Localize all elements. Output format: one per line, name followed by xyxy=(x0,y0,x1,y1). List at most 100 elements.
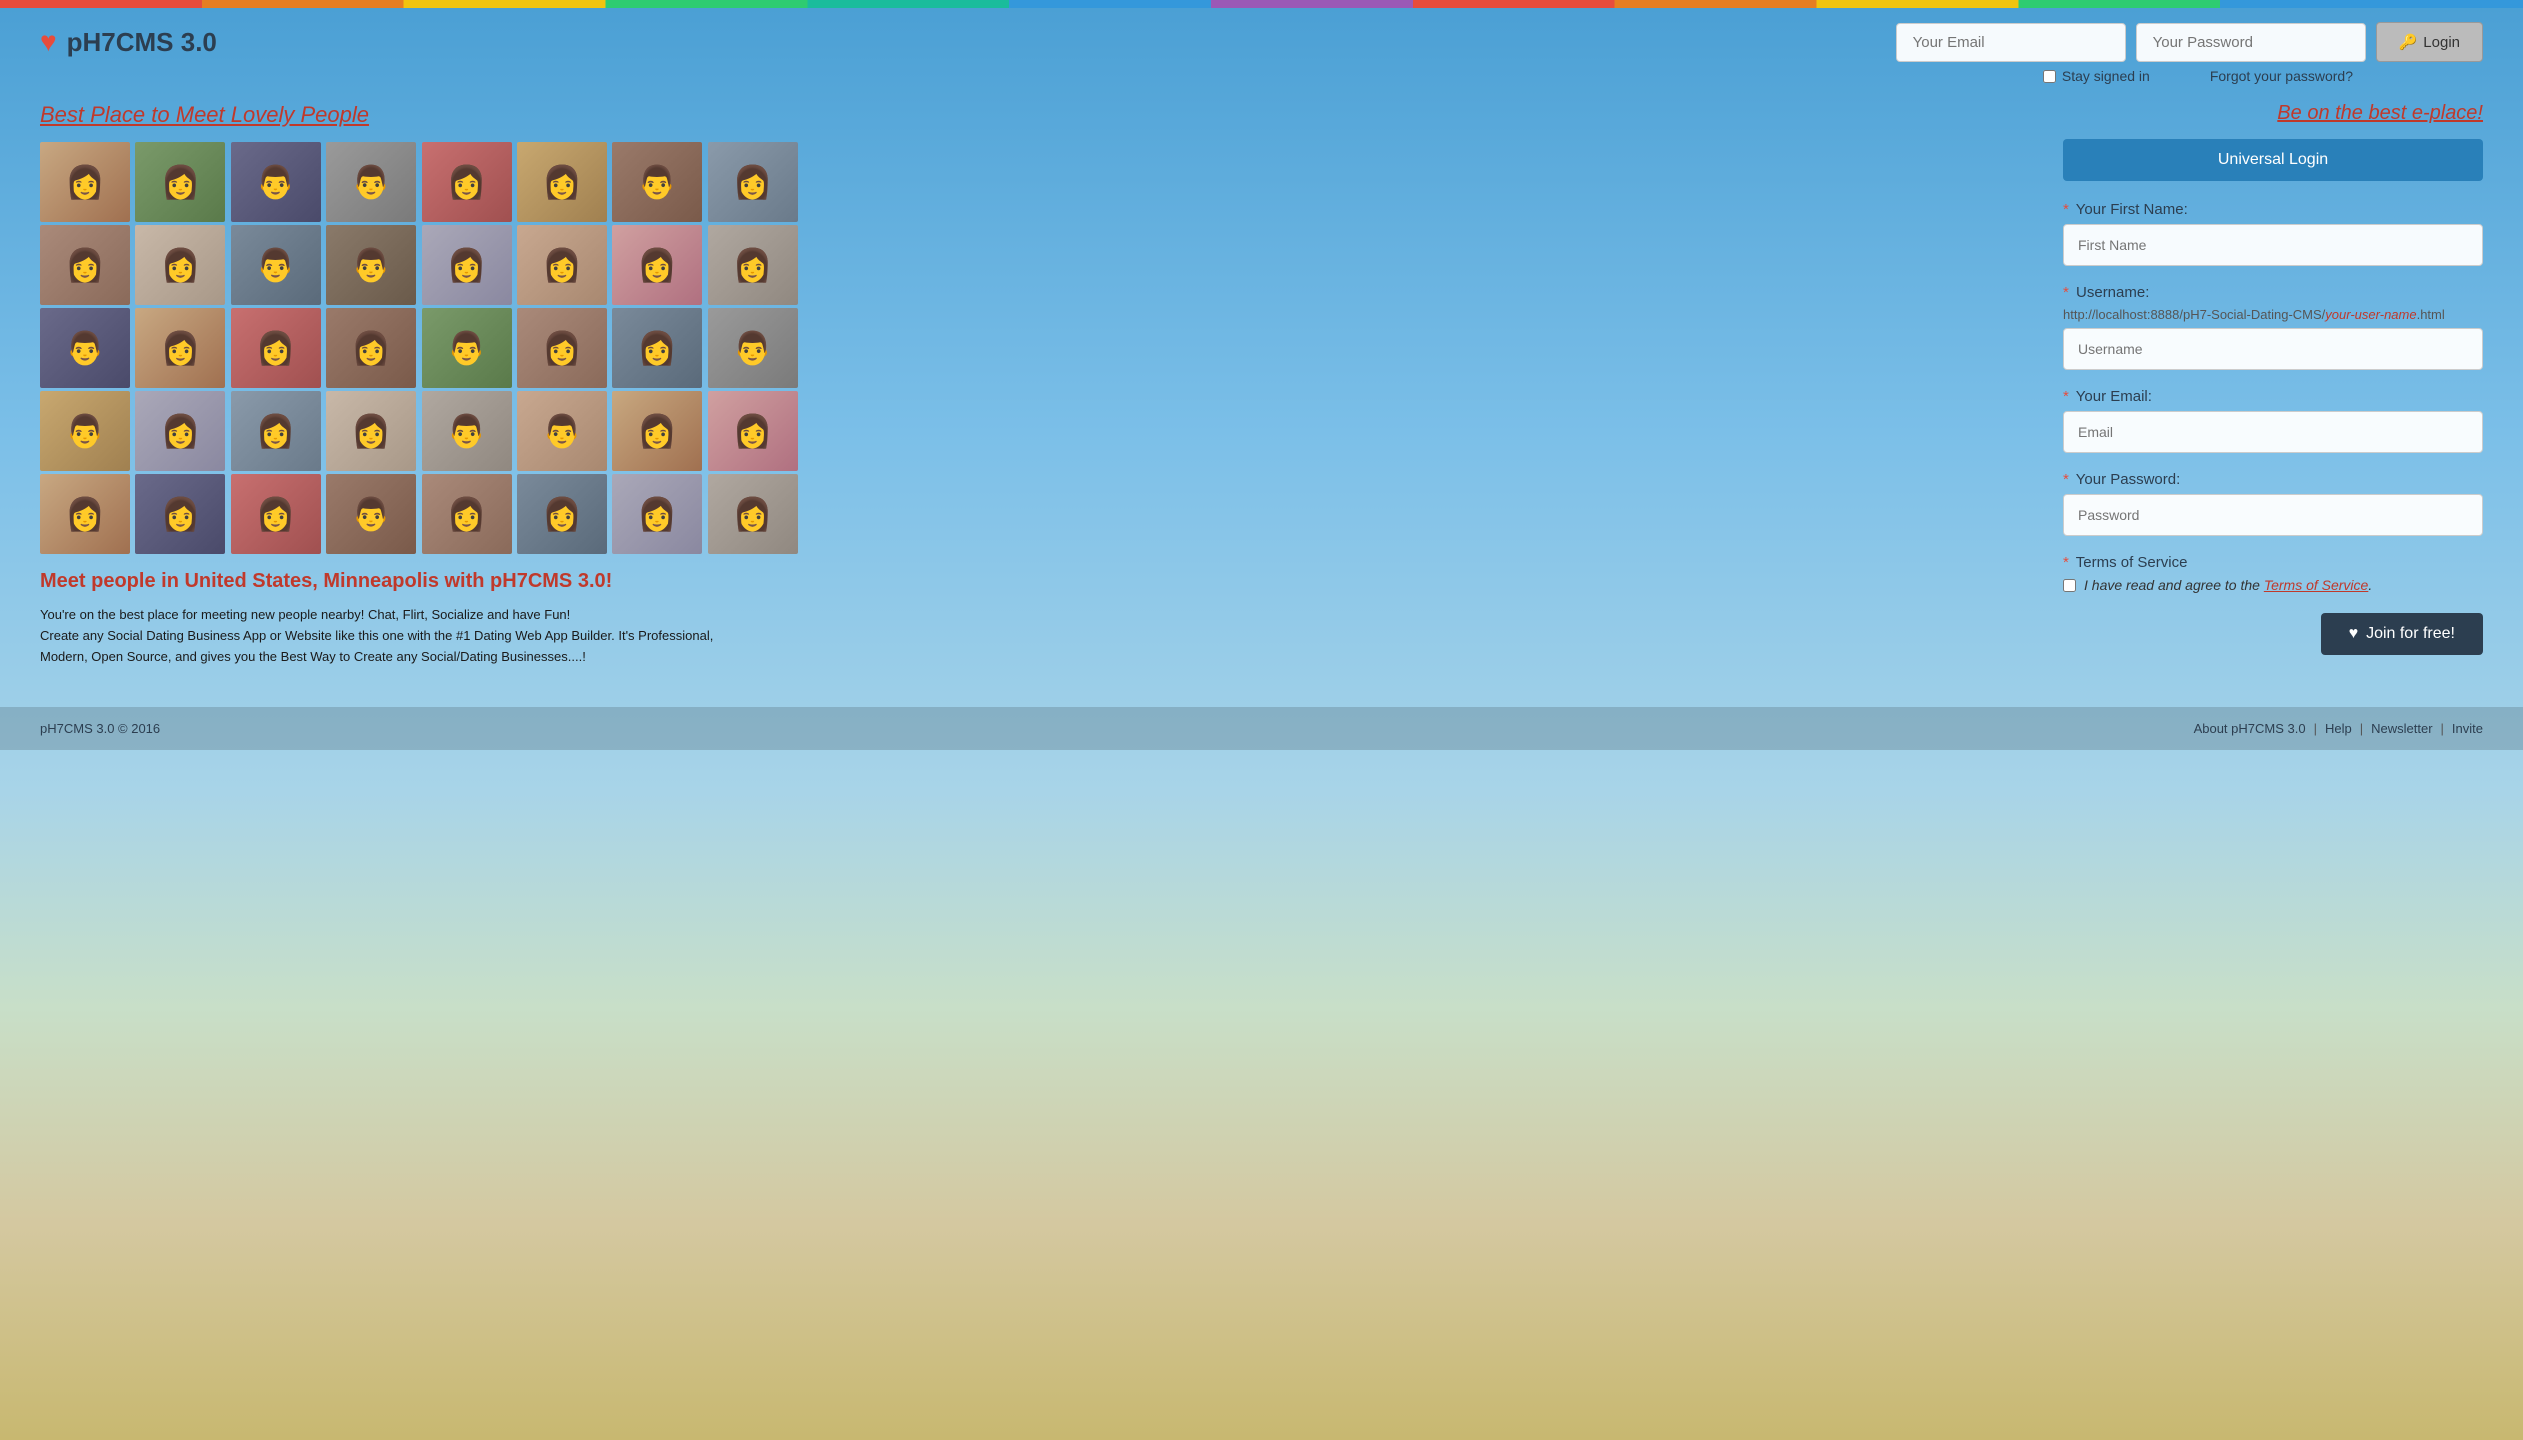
login-button[interactable]: 🔑 Login xyxy=(2376,22,2483,62)
required-star: * xyxy=(2063,201,2069,218)
person-photo: 👩 xyxy=(231,308,321,388)
required-star: * xyxy=(2063,554,2069,571)
person-photo: 👨 xyxy=(326,474,416,554)
photo-cell: 👨 xyxy=(422,308,512,388)
photo-cell: 👩 xyxy=(422,142,512,222)
person-photo: 👩 xyxy=(422,474,512,554)
tos-checkbox-row: I have read and agree to the Terms of Se… xyxy=(2063,577,2483,593)
photo-cell: 👩 xyxy=(326,391,416,471)
photo-cell: 👩 xyxy=(612,474,702,554)
meet-text: Meet people in United States, Minneapoli… xyxy=(40,570,2023,593)
header-inputs-row: 🔑 Login xyxy=(1896,22,2483,62)
username-hint: http://localhost:8888/pH7-Social-Dating-… xyxy=(2063,307,2483,322)
person-photo: 👩 xyxy=(40,142,130,222)
footer-link-invite[interactable]: Invite xyxy=(2452,721,2483,736)
username-input[interactable] xyxy=(2063,328,2483,370)
password-group: * Your Password: xyxy=(2063,471,2483,536)
join-label: Join for free! xyxy=(2366,625,2455,643)
required-star: * xyxy=(2063,471,2069,488)
header-email-input[interactable] xyxy=(1896,23,2126,62)
password-input[interactable] xyxy=(2063,494,2483,536)
universal-login-button[interactable]: Universal Login xyxy=(2063,139,2483,181)
tos-link[interactable]: Terms of Service xyxy=(2264,577,2369,593)
photo-cell: 👩 xyxy=(326,308,416,388)
main-content: Best Place to Meet Lovely People 👩 👩 👨 👨… xyxy=(0,92,2523,687)
photo-cell: 👩 xyxy=(612,225,702,305)
person-photo: 👩 xyxy=(422,142,512,222)
required-star: * xyxy=(2063,284,2069,301)
photo-cell: 👨 xyxy=(612,142,702,222)
photo-cell: 👩 xyxy=(708,142,798,222)
photo-cell: 👨 xyxy=(326,474,416,554)
person-photo: 👩 xyxy=(708,225,798,305)
stay-signed-checkbox[interactable] xyxy=(2043,70,2056,83)
key-icon: 🔑 xyxy=(2399,33,2418,51)
person-photo: 👩 xyxy=(517,142,607,222)
person-photo: 👩 xyxy=(612,308,702,388)
person-photo: 👩 xyxy=(517,474,607,554)
left-panel: Best Place to Meet Lovely People 👩 👩 👨 👨… xyxy=(40,102,2023,667)
password-label: * Your Password: xyxy=(2063,471,2483,488)
person-photo: 👩 xyxy=(708,391,798,471)
join-button[interactable]: ♥ Join for free! xyxy=(2321,613,2483,655)
photo-cell: 👨 xyxy=(231,142,321,222)
person-photo: 👩 xyxy=(231,391,321,471)
first-name-label: * Your First Name: xyxy=(2063,201,2483,218)
photo-cell: 👩 xyxy=(135,142,225,222)
person-photo: 👩 xyxy=(231,474,321,554)
person-photo: 👩 xyxy=(326,308,416,388)
photo-cell: 👩 xyxy=(40,142,130,222)
description-text: You're on the best place for meeting new… xyxy=(40,605,760,667)
photo-cell: 👩 xyxy=(135,308,225,388)
required-star: * xyxy=(2063,388,2069,405)
photo-cell: 👩 xyxy=(231,391,321,471)
footer-copyright: pH7CMS 3.0 © 2016 xyxy=(40,721,160,736)
photo-cell: 👩 xyxy=(612,308,702,388)
person-photo: 👩 xyxy=(40,225,130,305)
person-photo: 👩 xyxy=(135,142,225,222)
rainbow-bar xyxy=(0,0,2523,8)
photo-cell: 👨 xyxy=(422,391,512,471)
person-photo: 👩 xyxy=(326,391,416,471)
footer-link-help[interactable]: Help xyxy=(2325,721,2352,736)
person-photo: 👨 xyxy=(517,391,607,471)
person-photo: 👨 xyxy=(40,308,130,388)
first-name-group: * Your First Name: xyxy=(2063,201,2483,266)
right-panel: Be on the best e-place! Universal Login … xyxy=(2063,102,2483,667)
person-photo: 👨 xyxy=(231,142,321,222)
logo-area: ♥ pH7CMS 3.0 xyxy=(40,26,1896,58)
email-input[interactable] xyxy=(2063,411,2483,453)
photo-cell: 👩 xyxy=(517,308,607,388)
person-photo: 👩 xyxy=(135,391,225,471)
logo-text: pH7CMS 3.0 xyxy=(67,27,217,58)
best-eplace-link[interactable]: Be on the best e-place! xyxy=(2063,102,2483,125)
footer-link-about[interactable]: About pH7CMS 3.0 xyxy=(2194,721,2306,736)
photo-cell: 👨 xyxy=(326,225,416,305)
photo-cell: 👩 xyxy=(40,474,130,554)
stay-signed-label: Stay signed in xyxy=(2062,68,2150,84)
photo-cell: 👩 xyxy=(135,225,225,305)
stay-signed-row: Stay signed in xyxy=(2043,68,2150,84)
photo-cell: 👩 xyxy=(135,474,225,554)
logo-icon: ♥ xyxy=(40,26,57,58)
person-photo: 👩 xyxy=(422,225,512,305)
sub-header-row: Stay signed in Forgot your password? xyxy=(0,68,2523,92)
photo-cell: 👩 xyxy=(40,225,130,305)
tos-section: * Terms of Service I have read and agree… xyxy=(2063,554,2483,593)
person-photo: 👩 xyxy=(708,142,798,222)
footer-link-newsletter[interactable]: Newsletter xyxy=(2371,721,2432,736)
footer: pH7CMS 3.0 © 2016 About pH7CMS 3.0 | Hel… xyxy=(0,707,2523,750)
header-password-input[interactable] xyxy=(2136,23,2366,62)
photo-grid: 👩 👩 👨 👨 👩 👩 👨 👩 👩 👩 👨 👨 👩 👩 👩 👩 👨 👩 👩 👩 … xyxy=(40,142,800,554)
first-name-input[interactable] xyxy=(2063,224,2483,266)
forgot-password-link[interactable]: Forgot your password? xyxy=(2210,68,2353,84)
tos-checkbox[interactable] xyxy=(2063,579,2076,592)
photo-cell: 👩 xyxy=(708,391,798,471)
photo-cell: 👩 xyxy=(422,474,512,554)
tagline-link[interactable]: Best Place to Meet Lovely People xyxy=(40,102,2023,128)
person-photo: 👨 xyxy=(231,225,321,305)
login-label: Login xyxy=(2423,34,2460,51)
person-photo: 👨 xyxy=(422,391,512,471)
person-photo: 👨 xyxy=(422,308,512,388)
footer-links: About pH7CMS 3.0 | Help | Newsletter | I… xyxy=(2194,721,2483,736)
